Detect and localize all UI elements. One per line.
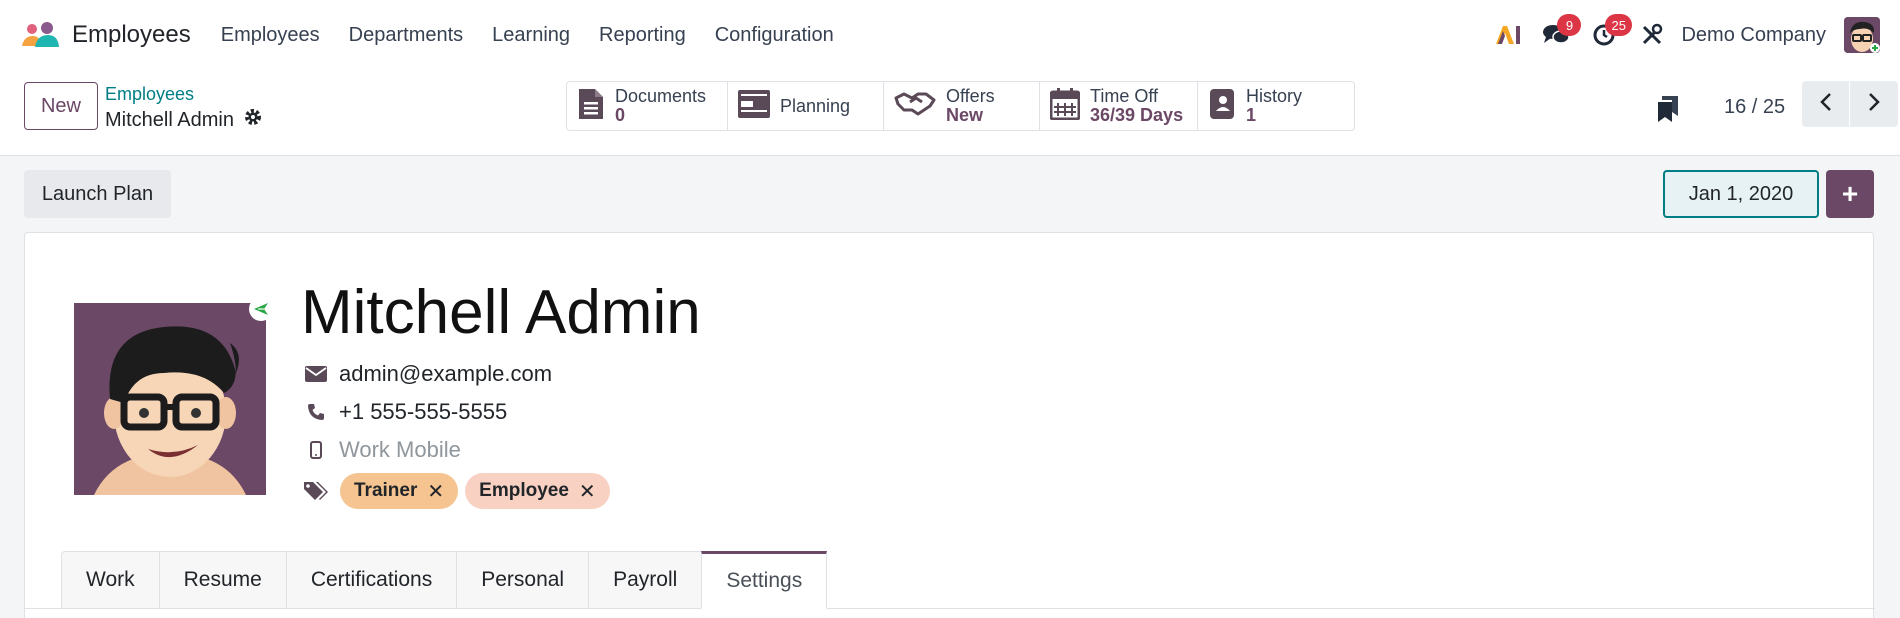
tag-remove-icon[interactable]: ✕ [579,479,596,504]
add-button[interactable]: + [1826,170,1874,218]
history-book-icon [1208,87,1236,126]
offers-value: New [946,105,984,125]
phone-icon [303,403,329,421]
work-mobile-field[interactable]: Work Mobile [339,437,461,463]
pager-previous-button[interactable] [1802,81,1850,127]
messages-icon[interactable]: 9 [1539,14,1582,52]
documents-smart-button[interactable]: Documents 0 [567,82,728,130]
record-name: Mitchell Admin [105,108,234,131]
timeoff-smart-button[interactable]: Time Off 36/39 Days [1040,82,1198,130]
document-icon [577,87,605,126]
ai-icon[interactable] [1491,18,1525,52]
systray: 9 25 Demo Company [1477,14,1880,53]
menu-configuration[interactable]: Configuration [715,24,834,47]
date-button[interactable]: Jan 1, 2020 [1663,170,1819,218]
menu-employees[interactable]: Employees [221,24,320,47]
control-panel: New Employees Mitchell Admin Documents 0… [0,70,1900,156]
tag-trainer[interactable]: Trainer ✕ [340,473,459,509]
tag-remove-icon[interactable]: ✕ [427,479,444,504]
envelope-icon [303,366,329,382]
menu-departments[interactable]: Departments [349,24,464,47]
tab-work[interactable]: Work [61,551,159,609]
tags-field: Trainer ✕ Employee ✕ [303,473,610,509]
menu-reporting[interactable]: Reporting [599,24,686,47]
tools-icon[interactable] [1635,18,1669,52]
launch-plan-button[interactable]: Launch Plan [24,170,171,218]
planning-smart-button[interactable]: Planning [728,82,884,130]
bookmarks-icon[interactable] [1656,94,1680,127]
phone-row: +1 555-555-5555 [303,399,507,425]
history-count: 1 [1246,105,1257,125]
offers-label: Offers [946,86,995,107]
activities-clock-icon[interactable]: 25 [1587,14,1632,52]
email-row: admin@example.com [303,361,552,387]
form-tabs: Work Resume Certifications Personal Payr… [61,551,828,609]
chevron-left-icon [1819,92,1833,117]
main-menu: Employees Departments Learning Reporting… [221,24,863,47]
menu-learning[interactable]: Learning [492,24,570,47]
calendar-icon [1049,87,1081,125]
employee-name[interactable]: Mitchell Admin [301,277,701,348]
mobile-row: Work Mobile [303,437,461,463]
tag-employee[interactable]: Employee ✕ [465,473,610,509]
away-plane-icon [249,297,273,321]
tab-resume[interactable]: Resume [158,551,286,609]
app-title[interactable]: Employees [72,21,191,49]
user-avatar[interactable] [1844,17,1880,53]
chevron-right-icon [1867,92,1881,117]
planning-label: Planning [780,95,851,116]
pager-count[interactable]: 16 / 25 [1724,96,1785,119]
company-switcher[interactable]: Demo Company [1681,24,1826,47]
history-label: History [1246,86,1303,107]
planning-icon [738,89,770,123]
smart-buttons: Documents 0 Planning Offers New Time Off… [566,81,1355,131]
activities-badge: 25 [1605,14,1632,36]
top-navbar: Employees Employees Departments Learning… [0,0,1900,70]
messages-badge: 9 [1557,14,1582,36]
tab-payroll[interactable]: Payroll [588,551,702,609]
tab-personal[interactable]: Personal [456,551,589,609]
mobile-icon [303,441,329,459]
timeoff-label: Time Off [1090,86,1159,107]
documents-count: 0 [615,105,626,125]
pager-buttons [1802,81,1898,127]
phone-field[interactable]: +1 555-555-5555 [339,399,507,425]
employee-photo[interactable] [74,303,266,495]
breadcrumb-current: Mitchell Admin [105,108,262,132]
gear-icon[interactable] [244,108,262,132]
handshake-icon [894,90,936,123]
tags-icon [303,480,329,502]
documents-label: Documents [615,86,707,107]
tab-settings[interactable]: Settings [701,551,828,609]
offers-smart-button[interactable]: Offers New [884,82,1040,130]
history-smart-button[interactable]: History 1 [1198,82,1354,130]
tag-label: Employee [479,480,569,501]
breadcrumb-employees[interactable]: Employees [105,84,194,105]
timeoff-value: 36/39 Days [1090,105,1184,125]
employee-form-sheet: Mitchell Admin admin@example.com +1 555-… [24,232,1875,618]
tab-certifications[interactable]: Certifications [285,551,457,609]
email-field[interactable]: admin@example.com [339,361,552,387]
tag-label: Trainer [354,480,418,501]
new-button[interactable]: New [24,82,98,130]
pager-next-button[interactable] [1850,81,1898,127]
employees-app-icon[interactable] [20,20,60,50]
